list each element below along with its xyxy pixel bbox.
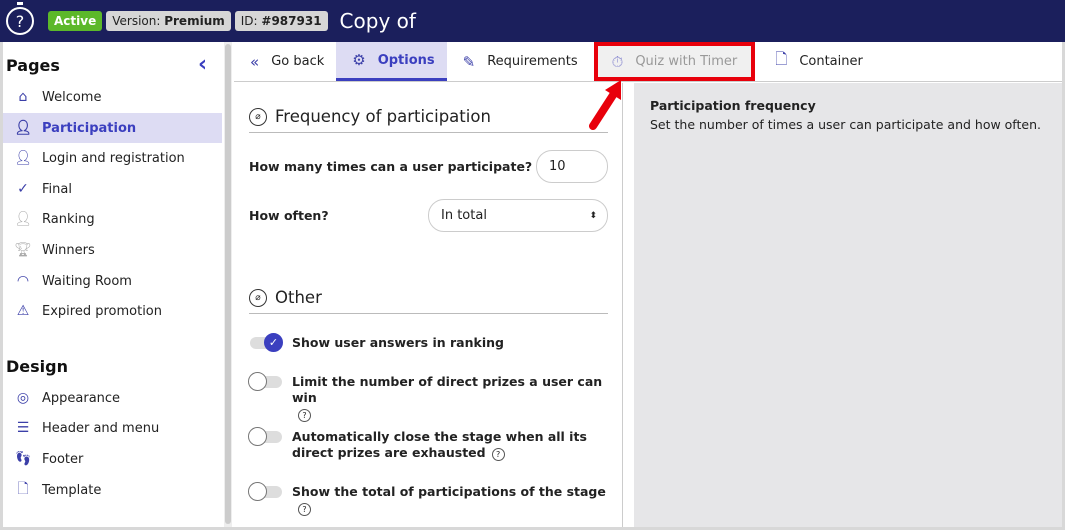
option-text: Show the total of participations of the … [292, 484, 606, 499]
sidebar-item-label: Login and registration [42, 150, 185, 166]
user-icon: 👤︎ [14, 120, 32, 136]
palette-icon: ◎ [16, 390, 30, 406]
option-label: Show the total of participations of the … [292, 484, 607, 516]
other-heading: ⌀ Other [249, 288, 608, 314]
panel-divider [622, 83, 634, 527]
status-badge: Active [48, 11, 103, 31]
pages-heading: Pages [6, 56, 60, 75]
option-label: Limit the number of direct prizes a user… [292, 374, 607, 422]
tab-quiz-with-timer[interactable]: ⏱︎ Quiz with Timer [593, 42, 756, 81]
help-icon[interactable]: ? [298, 503, 311, 516]
ranking-icon: 👤︎ [14, 211, 32, 227]
sidebar-item-appearance[interactable]: ◎ Appearance [3, 383, 222, 413]
id-label: ID: [240, 14, 258, 28]
stopwatch-icon: ⌀ [249, 288, 267, 307]
sidebar-item-label: Participation [42, 120, 137, 136]
file-icon: 🗋 [775, 50, 788, 68]
frequency-heading: ⌀ Frequency of participation [249, 107, 608, 133]
sidebar-item-label: Expired promotion [42, 303, 162, 319]
sidebar-item-label: Header and menu [42, 420, 160, 436]
trophy-icon: 🏆︎ [14, 242, 32, 258]
design-heading: Design [6, 357, 68, 376]
select-value: In total [441, 208, 487, 223]
version-value: Premium [164, 14, 225, 28]
gear-icon: ⚙ [352, 51, 366, 69]
sidebar-item-header-menu[interactable]: ☰ Header and menu [3, 413, 222, 443]
help-icon[interactable]: ? [491, 448, 505, 461]
option-text: Limit the number of direct prizes a user… [292, 374, 603, 405]
sidebar: Pages ‹ ⌂ Welcome 👤︎ Participation 👤︎ Login… [3, 42, 223, 527]
id-badge: ID: #987931 [234, 11, 328, 31]
toggle-show-total[interactable] [248, 482, 282, 501]
sidebar-scrollbar[interactable] [224, 42, 232, 527]
sidebar-item-label: Footer [42, 451, 84, 467]
sidebar-item-label: Winners [42, 242, 95, 258]
stamp-icon: ✎ [462, 52, 476, 71]
warning-icon: ⚠︎ [16, 303, 30, 319]
tab-go-back[interactable]: « Go back [234, 42, 336, 81]
sidebar-item-label: Waiting Room [42, 273, 132, 289]
section-title: Frequency of participation [275, 107, 491, 126]
sidebar-item-label: Final [42, 181, 72, 197]
top-bar: ? Active Version: Premium ID: #987931 Co… [0, 0, 1065, 42]
help-text: Set the number of times a user can parti… [650, 117, 1041, 132]
sidebar-item-label: Welcome [42, 89, 102, 105]
section-title: Other [275, 288, 322, 307]
stopwatch-logo-icon: ? [6, 2, 34, 35]
tab-label: Go back [271, 54, 325, 69]
home-icon: ⌂ [18, 89, 28, 105]
menu-icon: ☰ [16, 420, 30, 436]
help-icon[interactable]: ? [298, 409, 311, 422]
user-plus-icon: 👤︎ [14, 150, 32, 166]
tab-requirements[interactable]: ✎ Requirements [447, 42, 590, 81]
sidebar-item-expired[interactable]: ⚠︎ Expired promotion [3, 296, 222, 326]
sidebar-item-participation[interactable]: 👤︎ Participation [3, 113, 222, 143]
sidebar-item-label: Template [42, 482, 102, 498]
sidebar-item-final[interactable]: ✓ Final [3, 174, 222, 204]
how-often-select[interactable]: In total ⬍ [428, 199, 608, 232]
toggle-limit-prizes[interactable] [248, 372, 282, 391]
gauge-icon: ◠ [16, 273, 30, 289]
file-icon: 🗋 [17, 481, 29, 497]
check-icon: ✓ [264, 333, 283, 352]
select-arrows-icon: ⬍ [589, 210, 597, 221]
sidebar-item-welcome[interactable]: ⌂ Welcome [3, 82, 222, 112]
sidebar-item-label: Appearance [42, 390, 121, 406]
sidebar-item-winners[interactable]: 🏆︎ Winners [3, 235, 222, 265]
version-label: Version: [112, 14, 161, 28]
tab-label: Options [377, 52, 435, 68]
how-often-label: How often? [249, 208, 329, 223]
sidebar-item-footer[interactable]: 👣︎ Footer [3, 444, 222, 474]
double-chevron-left-icon: « [250, 52, 260, 71]
toggle-show-answers[interactable]: ✓ [250, 333, 283, 352]
times-label: How many times can a user participate? [249, 159, 533, 174]
options-panel: ⌀ Frequency of participation How many tim… [234, 83, 623, 527]
check-icon: ✓ [17, 181, 29, 197]
tab-options[interactable]: ⚙ Options [336, 42, 447, 81]
sidebar-item-label: Ranking [42, 211, 95, 227]
stopwatch-icon: ⌀ [249, 107, 267, 126]
footer-icon: 👣︎ [14, 451, 32, 467]
sidebar-item-waiting-room[interactable]: ◠ Waiting Room [3, 266, 222, 296]
option-text: Automatically close the stage when all i… [292, 429, 587, 460]
tab-container[interactable]: 🗋 Container [759, 42, 875, 81]
id-value: #987931 [261, 14, 322, 28]
stopwatch-icon: ⏱︎ [611, 52, 624, 71]
help-panel: Participation frequency Set the number o… [634, 83, 1062, 527]
version-badge: Version: Premium [106, 11, 231, 31]
option-label: Show user answers in ranking [292, 335, 504, 350]
help-title: Participation frequency [650, 98, 816, 113]
sidebar-item-template[interactable]: 🗋 Template [3, 475, 222, 505]
tab-bar: « Go back ⚙ Options ✎ Requirements ⏱︎ Quiz w… [234, 42, 1062, 82]
times-input[interactable]: 10 [536, 150, 608, 183]
sidebar-item-ranking[interactable]: 👤︎ Ranking [3, 204, 222, 234]
tab-label: Requirements [487, 54, 578, 69]
page-title: Copy of [339, 9, 416, 33]
toggle-auto-close[interactable] [248, 427, 282, 446]
option-label: Automatically close the stage when all i… [292, 429, 607, 461]
sidebar-item-login[interactable]: 👤︎ Login and registration [3, 143, 222, 173]
tab-label: Quiz with Timer [635, 54, 738, 69]
collapse-sidebar-chevron-icon[interactable]: ‹ [198, 52, 207, 77]
tab-label: Container [799, 54, 863, 69]
